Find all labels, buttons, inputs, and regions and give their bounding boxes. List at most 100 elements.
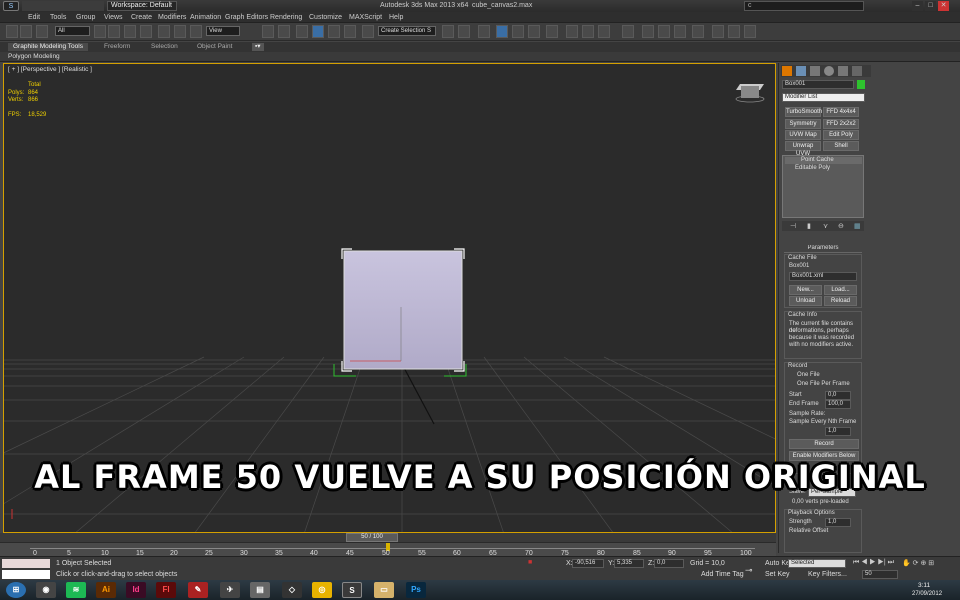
- unwrap-uvw-button[interactable]: Unwrap UVW: [785, 141, 821, 157]
- utilities-tab-icon[interactable]: [852, 66, 862, 76]
- maxscript-listener[interactable]: [2, 559, 50, 568]
- manipulate-icon[interactable]: [278, 25, 290, 38]
- chrome-icon[interactable]: ◎: [312, 582, 332, 598]
- edit-named-selection-icon[interactable]: [362, 25, 374, 38]
- track-bar[interactable]: 0 5 10 15 20 25 30 35 40 45 50 55 60 65 …: [0, 542, 776, 557]
- menu-views[interactable]: Views: [104, 13, 123, 22]
- region-select-icon[interactable]: [124, 25, 136, 38]
- parameters-title[interactable]: Parameters: [784, 245, 862, 253]
- stack-item-point-cache[interactable]: Point Cache: [785, 157, 862, 164]
- lock-icon[interactable]: ■: [528, 559, 532, 566]
- cache-file-field[interactable]: Box001.xml: [789, 272, 857, 281]
- schematic-view-icon[interactable]: [528, 25, 540, 38]
- menu-tools[interactable]: Tools: [50, 13, 66, 22]
- menu-rendering[interactable]: Rendering: [270, 13, 302, 22]
- maxscript-mini-listener[interactable]: [2, 570, 50, 579]
- new-button[interactable]: New...: [789, 285, 822, 295]
- menu-graph-editors[interactable]: Graph Editors: [225, 13, 268, 22]
- load-button[interactable]: Load...: [824, 285, 857, 295]
- unlink-icon[interactable]: [20, 25, 32, 38]
- move-icon[interactable]: [158, 25, 170, 38]
- start-button[interactable]: ⊞: [6, 582, 26, 598]
- y-coord-field[interactable]: 5,335: [614, 559, 644, 568]
- time-slider-thumb[interactable]: 50 / 100: [346, 533, 398, 542]
- pivot-icon[interactable]: [262, 25, 274, 38]
- reference-coord-dropdown[interactable]: View: [206, 26, 240, 36]
- hierarchy-tab-icon[interactable]: [810, 66, 820, 76]
- explorer-icon[interactable]: ▭: [374, 582, 394, 598]
- sample-spinner[interactable]: 1,0: [825, 427, 851, 436]
- spinner-snap-icon[interactable]: [344, 25, 356, 38]
- motion-tab-icon[interactable]: [824, 66, 834, 76]
- shell-button[interactable]: Shell: [823, 141, 859, 151]
- file-icon[interactable]: ▤: [250, 582, 270, 598]
- rendered-frame-icon[interactable]: [582, 25, 594, 38]
- radio-one-file-per-frame[interactable]: One File Per Frame: [789, 381, 850, 388]
- close-button[interactable]: ✕: [938, 1, 949, 11]
- select-icon[interactable]: [94, 25, 106, 38]
- strength-spinner[interactable]: 1,0: [825, 518, 851, 527]
- x-coord-field[interactable]: -90,516: [572, 559, 604, 568]
- 3dsmax-taskbar-icon[interactable]: S: [342, 582, 362, 598]
- start-spinner[interactable]: 0,0: [825, 391, 851, 400]
- mirror-icon[interactable]: [442, 25, 454, 38]
- current-frame-field[interactable]: 50: [862, 570, 898, 579]
- remove-modifier-icon[interactable]: ⊖: [838, 222, 844, 230]
- end-frame-spinner[interactable]: 100,0: [825, 400, 851, 409]
- configure-sets-icon[interactable]: ▦: [854, 222, 861, 230]
- edit-poly-button[interactable]: Edit Poly: [823, 130, 859, 140]
- percent-snap-icon[interactable]: [328, 25, 340, 38]
- minimize-button[interactable]: –: [912, 1, 923, 11]
- sphere-icon[interactable]: [642, 25, 654, 38]
- search-input[interactable]: c: [744, 1, 864, 11]
- viewport-label[interactable]: [ + ] [Perspective ] [Realistic ]: [8, 66, 92, 73]
- menu-animation[interactable]: Animation: [190, 13, 221, 22]
- make-unique-icon[interactable]: ⋎: [823, 222, 828, 230]
- flash-icon[interactable]: Fl: [156, 582, 176, 598]
- viewport-layout-2-icon[interactable]: [728, 25, 740, 38]
- link-icon[interactable]: [6, 25, 18, 38]
- curve-editor-icon[interactable]: [512, 25, 524, 38]
- radio-one-file[interactable]: One File: [789, 372, 820, 379]
- layer-manager-icon[interactable]: [478, 25, 490, 38]
- shirt-icon[interactable]: [658, 25, 670, 38]
- modifier-list-dropdown[interactable]: Modifier List: [782, 93, 865, 102]
- pin-stack-icon[interactable]: ⊣: [790, 222, 796, 230]
- tab-object-paint[interactable]: Object Paint: [197, 43, 232, 51]
- rotate-icon[interactable]: [174, 25, 186, 38]
- symmetry-button[interactable]: Symmetry: [785, 119, 821, 129]
- object-name-field[interactable]: Box001: [782, 80, 854, 89]
- named-selection-dropdown[interactable]: Create Selection S: [378, 26, 436, 36]
- network-icon[interactable]: [692, 25, 704, 38]
- menu-maxscript[interactable]: MAXScript: [349, 13, 382, 22]
- render-icon[interactable]: [598, 25, 610, 38]
- uvw-map-button[interactable]: UVW Map: [785, 130, 821, 140]
- menu-edit[interactable]: Edit: [28, 13, 40, 22]
- tab-selection[interactable]: Selection: [151, 43, 178, 51]
- key-filters-button[interactable]: Key Filters...: [808, 571, 847, 578]
- time-slider[interactable]: 50 / 100: [0, 533, 776, 542]
- tab-graphite-modeling-tools[interactable]: Graphite Modeling Tools: [8, 43, 88, 51]
- ffd-2x2x2-button[interactable]: FFD 2x2x2: [823, 119, 859, 129]
- viewport-layout-icon[interactable]: [712, 25, 724, 38]
- illustrator-icon[interactable]: Ai: [96, 582, 116, 598]
- scale-icon[interactable]: [190, 25, 202, 38]
- app-logo-button[interactable]: S: [3, 1, 19, 11]
- show-end-result-icon[interactable]: ▮: [807, 222, 811, 230]
- stack-item-editable-poly[interactable]: Editable Poly: [785, 165, 862, 172]
- acrobat-icon[interactable]: ✎: [188, 582, 208, 598]
- viewport-layout-3-icon[interactable]: [744, 25, 756, 38]
- chair-icon[interactable]: [674, 25, 686, 38]
- menu-create[interactable]: Create: [131, 13, 152, 22]
- menu-help[interactable]: Help: [389, 13, 403, 22]
- align-icon[interactable]: [458, 25, 470, 38]
- skype-icon[interactable]: ◉: [36, 582, 56, 598]
- menu-customize[interactable]: Customize: [309, 13, 342, 22]
- relative-offset-label[interactable]: Relative Offset: [789, 528, 828, 535]
- reload-button[interactable]: Reload: [824, 296, 857, 306]
- turbosmooth-button[interactable]: TurboSmooth: [785, 107, 822, 117]
- teapot-icon[interactable]: [622, 25, 634, 38]
- select-by-name-icon[interactable]: [108, 25, 120, 38]
- bind-icon[interactable]: [36, 25, 48, 38]
- ribbon-options-button[interactable]: ▪▾: [252, 43, 264, 51]
